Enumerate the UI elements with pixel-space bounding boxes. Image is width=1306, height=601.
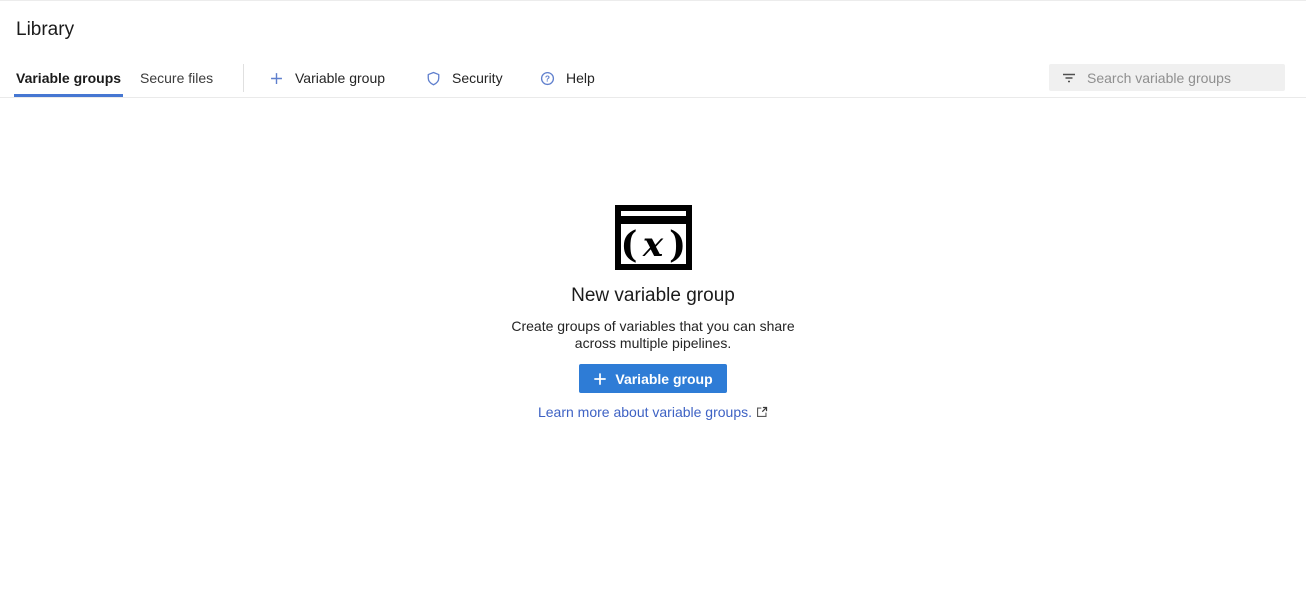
learn-more-link[interactable]: Learn more about variable groups.	[538, 404, 768, 420]
learn-more-link-label: Learn more about variable groups.	[538, 404, 752, 420]
new-variable-group-button[interactable]: Variable group	[579, 364, 726, 393]
toolbar-variable-group-button[interactable]: Variable group	[269, 59, 385, 97]
shield-icon	[426, 71, 441, 86]
icon-glyph-open-paren: (	[620, 224, 637, 266]
toolbar-security-label: Security	[452, 70, 503, 86]
variable-group-window-icon: ( x )	[615, 205, 692, 270]
variable-groups-empty-state: ( x ) New variable group Create groups o…	[0, 205, 1306, 420]
description-line-1: Create groups of variables that you can …	[511, 318, 794, 335]
page-title: Library	[16, 19, 74, 41]
empty-state-description: Create groups of variables that you can …	[511, 318, 794, 352]
toolbar-help-button[interactable]: ? Help	[540, 59, 595, 97]
search-input[interactable]	[1087, 64, 1285, 91]
new-variable-group-button-label: Variable group	[615, 371, 712, 387]
toolbar-divider	[243, 64, 244, 92]
filter-icon	[1061, 70, 1077, 86]
help-circle-icon: ?	[540, 71, 555, 86]
plus-icon	[593, 372, 607, 386]
active-tab-underline	[14, 94, 123, 97]
toolbar-help-label: Help	[566, 70, 595, 86]
description-line-2: across multiple pipelines.	[511, 335, 794, 352]
external-link-icon	[756, 406, 768, 418]
tab-secure-files-label: Secure files	[140, 70, 213, 86]
toolbar-variable-group-label: Variable group	[295, 70, 385, 86]
icon-glyph-close-paren: )	[668, 224, 685, 266]
tab-variable-groups[interactable]: Variable groups	[14, 59, 123, 97]
tab-variable-groups-label: Variable groups	[16, 70, 121, 86]
search-box[interactable]	[1049, 64, 1285, 91]
empty-state-title: New variable group	[571, 285, 735, 307]
tab-bar: Variable groups Secure files Variable gr…	[0, 59, 1306, 98]
icon-glyph-x: x	[641, 225, 663, 265]
svg-text:?: ?	[545, 73, 550, 83]
plus-icon	[269, 71, 284, 86]
tab-secure-files[interactable]: Secure files	[140, 59, 213, 97]
toolbar-security-button[interactable]: Security	[426, 59, 503, 97]
